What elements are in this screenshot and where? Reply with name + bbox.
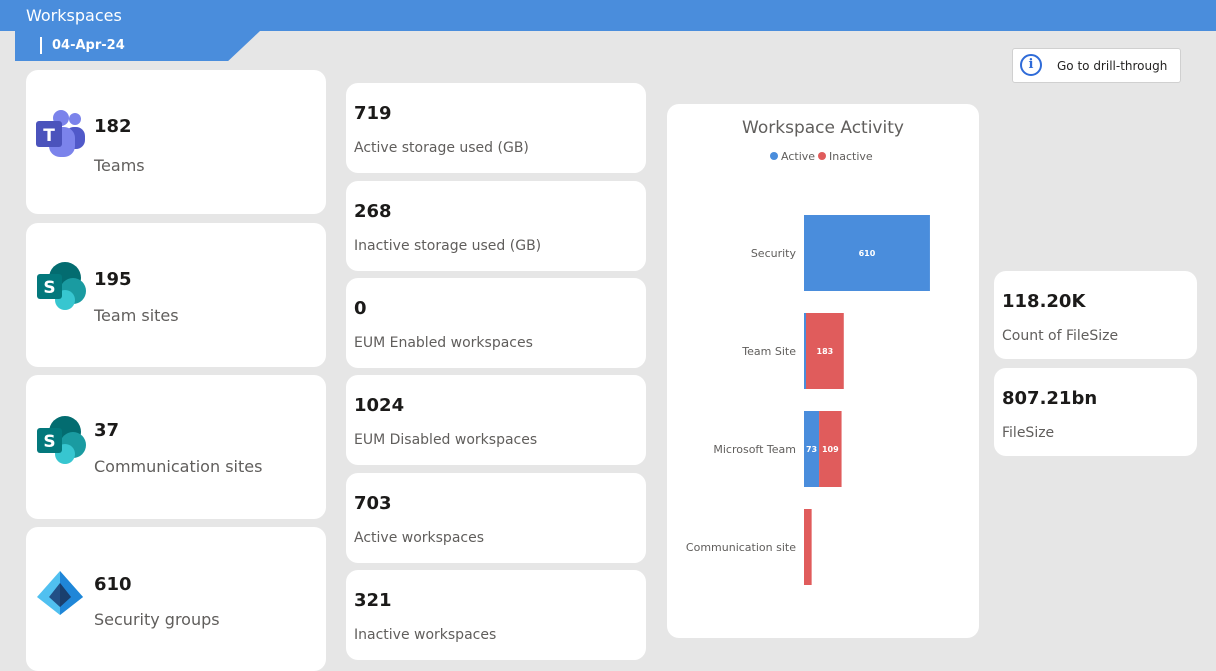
kpi-card-active-workspaces: 703 Active workspaces (346, 473, 646, 563)
kpi-card-inactive-storage: 268 Inactive storage used (GB) (346, 181, 646, 271)
kpi-value: 118.20K (1002, 291, 1086, 312)
team-sites-label: Team sites (94, 306, 179, 325)
kpi-card-inactive-workspaces: 321 Inactive workspaces (346, 570, 646, 660)
kpi-card-active-storage: 719 Active storage used (GB) (346, 83, 646, 173)
report-date: 04-Apr-24 (40, 37, 125, 54)
svg-text:S: S (43, 432, 55, 452)
kpi-value: 719 (354, 103, 392, 124)
kpi-label: EUM Disabled workspaces (354, 432, 538, 448)
kpi-card-eum-enabled: 0 EUM Enabled workspaces (346, 278, 646, 368)
legend-active-swatch (770, 152, 778, 160)
kpi-label: Active workspaces (354, 530, 484, 546)
category-label-communication-site: Communication site (686, 541, 796, 554)
kpi-label: EUM Enabled workspaces (354, 335, 533, 351)
data-label-active-microsoft-team: 73 (806, 445, 817, 454)
info-icon: i (1020, 54, 1042, 76)
drill-through-button[interactable]: i Go to drill-through (1012, 48, 1181, 83)
teams-icon: T (36, 110, 85, 157)
kpi-value: 0 (354, 298, 367, 319)
bar-active-team-site[interactable] (804, 313, 806, 389)
kpi-label: Count of FileSize (1002, 328, 1119, 344)
kpi-value: 807.21bn (1002, 388, 1098, 409)
data-label-inactive-microsoft-team: 109 (822, 445, 839, 454)
kpi-value: 1024 (354, 395, 405, 416)
drill-through-label: Go to drill-through (1057, 59, 1168, 73)
legend-inactive-swatch (818, 152, 826, 160)
azure-ad-icon (37, 571, 83, 615)
kpi-value: 703 (354, 493, 392, 514)
security-groups-card: 610 Security groups (26, 527, 326, 671)
svg-text:T: T (43, 126, 55, 146)
data-label-active-security: 610 (859, 249, 876, 258)
page-title: Workspaces (26, 6, 122, 25)
category-label-security: Security (751, 247, 797, 260)
workspace-activity-chart: Workspace Activity Active Inactive Secur… (686, 118, 930, 585)
svg-text:S: S (43, 278, 55, 298)
legend-inactive-label: Inactive (829, 150, 873, 163)
legend-active-label: Active (781, 150, 815, 163)
data-label-inactive-team-site: 183 (817, 347, 834, 356)
teams-label: Teams (94, 156, 145, 175)
category-label-microsoft-team: Microsoft Team (713, 443, 796, 456)
kpi-label: Inactive workspaces (354, 627, 497, 643)
team-sites-count: 195 (94, 269, 132, 290)
kpi-value: 268 (354, 201, 392, 222)
kpi-label: Active storage used (GB) (354, 140, 529, 156)
communication-sites-label: Communication sites (94, 457, 263, 476)
team-sites-card: S 195 Team sites (26, 223, 326, 367)
kpi-label: FileSize (1002, 425, 1055, 441)
workspace-activity-chart-card: Workspace Activity Active Inactive Secur… (667, 104, 979, 638)
category-label-team-site: Team Site (741, 345, 796, 358)
chart-title: Workspace Activity (742, 118, 904, 138)
sharepoint-icon: S (37, 416, 86, 464)
filesize-card: 807.21bn FileSize (994, 368, 1197, 456)
count-of-filesize-card: 118.20K Count of FileSize (994, 271, 1197, 359)
communication-sites-count: 37 (94, 420, 120, 441)
security-groups-count: 610 (94, 574, 132, 595)
teams-count: 182 (94, 116, 132, 137)
kpi-value: 321 (354, 590, 392, 611)
header-bar: Workspaces (0, 0, 1216, 31)
communication-sites-card: S 37 Communication sites (26, 375, 326, 519)
bar-inactive-communication-site[interactable] (804, 509, 812, 585)
security-groups-label: Security groups (94, 610, 220, 629)
teams-card: T 182 Teams (26, 70, 326, 214)
kpi-card-eum-disabled: 1024 EUM Disabled workspaces (346, 375, 646, 465)
kpi-label: Inactive storage used (GB) (354, 238, 542, 254)
sharepoint-icon: S (37, 262, 86, 310)
